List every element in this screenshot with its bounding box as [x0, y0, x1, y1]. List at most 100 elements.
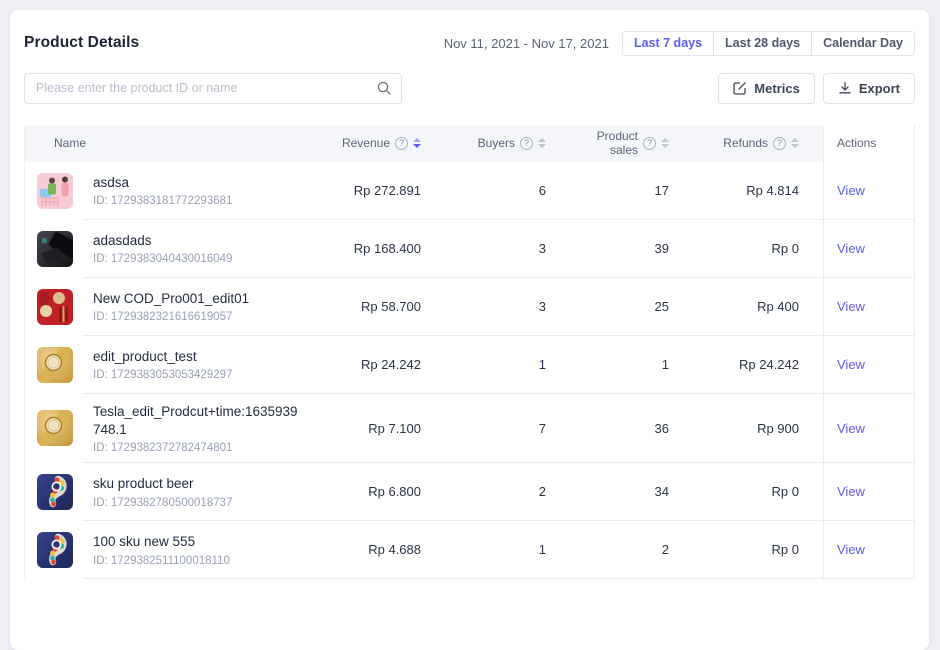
export-button[interactable]: Export [823, 73, 915, 104]
view-link[interactable]: View [837, 484, 865, 499]
revenue-value: Rp 272.891 [305, 183, 445, 198]
column-header-refunds-label: Refunds [723, 136, 768, 150]
view-link[interactable]: View [837, 357, 865, 372]
buyers-value: 2 [445, 484, 570, 499]
refunds-value: Rp 24.242 [693, 357, 823, 372]
help-icon[interactable]: ? [643, 137, 656, 150]
metrics-button[interactable]: Metrics [718, 73, 815, 104]
column-header-revenue-label: Revenue [342, 136, 390, 150]
date-range-segmented-control: Last 7 days Last 28 days Calendar Day [622, 31, 915, 56]
product-name: sku product beer [93, 475, 232, 493]
product-sales-value: 2 [570, 542, 693, 557]
refunds-value: Rp 0 [693, 484, 823, 499]
product-name: edit_product_test [93, 348, 232, 366]
table-header-row: Name Revenue ? Buyers ? Product sales ? … [25, 125, 914, 162]
product-sales-value: 1 [570, 357, 693, 372]
product-sales-value: 34 [570, 484, 693, 499]
refunds-value: Rp 4.814 [693, 183, 823, 198]
product-table: Name Revenue ? Buyers ? Product sales ? … [24, 125, 915, 579]
sort-control-product-sales[interactable] [661, 138, 669, 148]
product-name: Tesla_edit_Prodcut+time:1635939748.1 [93, 403, 305, 439]
product-image [37, 173, 73, 209]
product-image [37, 474, 73, 510]
help-icon[interactable]: ? [520, 137, 533, 150]
product-image [37, 532, 73, 568]
buyers-value: 1 [445, 542, 570, 557]
buyers-value: 3 [445, 241, 570, 256]
revenue-value: Rp 58.700 [305, 299, 445, 314]
column-header-actions: Actions [823, 125, 914, 162]
product-sales-value: 36 [570, 421, 693, 436]
product-cell: adasdads ID: 1729383040430016049 [25, 223, 305, 274]
column-header-buyers-label: Buyers [478, 136, 515, 150]
product-cell: asdsa ID: 1729383181772293681 [25, 165, 305, 216]
sort-control-revenue[interactable] [413, 138, 421, 148]
sort-control-buyers[interactable] [538, 138, 546, 148]
range-button-last-28-days[interactable]: Last 28 days [714, 32, 812, 55]
product-sales-value: 25 [570, 299, 693, 314]
revenue-value: Rp 7.100 [305, 421, 445, 436]
search-icon[interactable] [377, 81, 391, 95]
product-cell: New COD_Pro001_edit01 ID: 17293823216166… [25, 281, 305, 332]
range-button-calendar-day[interactable]: Calendar Day [812, 32, 914, 55]
refunds-value: Rp 400 [693, 299, 823, 314]
product-name: adasdads [93, 232, 232, 250]
product-cell: sku product beer ID: 1729382780500018737 [25, 466, 305, 517]
buyers-value: 3 [445, 299, 570, 314]
table-row: sku product beer ID: 1729382780500018737… [25, 463, 914, 521]
product-cell: Tesla_edit_Prodcut+time:1635939748.1 ID:… [25, 394, 305, 463]
table-row: asdsa ID: 1729383181772293681 Rp 272.891… [25, 162, 914, 220]
refunds-value: Rp 0 [693, 241, 823, 256]
product-name: New COD_Pro001_edit01 [93, 290, 249, 308]
table-row: New COD_Pro001_edit01 ID: 17293823216166… [25, 278, 914, 336]
edit-square-icon [733, 81, 747, 95]
page-title: Product Details [24, 34, 139, 52]
buyers-value: 1 [445, 357, 570, 372]
product-name: asdsa [93, 174, 232, 192]
product-image [37, 410, 73, 446]
product-name: 100 sku new 555 [93, 533, 230, 551]
product-image [37, 231, 73, 267]
buyers-value: 7 [445, 421, 570, 436]
export-button-label: Export [859, 81, 900, 96]
view-link[interactable]: View [837, 299, 865, 314]
search-input[interactable] [24, 73, 402, 104]
range-button-last-7-days[interactable]: Last 7 days [623, 32, 714, 55]
help-icon[interactable]: ? [773, 137, 786, 150]
product-id: ID: 1729383040430016049 [93, 253, 232, 265]
view-link[interactable]: View [837, 241, 865, 256]
column-header-buyers: Buyers ? [445, 136, 570, 150]
table-row: adasdads ID: 1729383040430016049 Rp 168.… [25, 220, 914, 278]
metrics-button-label: Metrics [754, 81, 800, 96]
buyers-value: 6 [445, 183, 570, 198]
refunds-value: Rp 900 [693, 421, 823, 436]
download-icon [838, 81, 852, 95]
table-row: 100 sku new 555 ID: 1729382511100018110 … [25, 521, 914, 579]
product-id: ID: 1729383181772293681 [93, 195, 232, 207]
column-header-product-sales: Product sales ? [570, 129, 693, 157]
product-id: ID: 1729383053053429297 [93, 369, 232, 381]
product-cell: edit_product_test ID: 172938305305342929… [25, 339, 305, 390]
refunds-value: Rp 0 [693, 542, 823, 557]
product-sales-value: 17 [570, 183, 693, 198]
toolbar-buttons: Metrics Export [718, 73, 915, 104]
revenue-value: Rp 24.242 [305, 357, 445, 372]
sort-control-refunds[interactable] [791, 138, 799, 148]
date-range-label: Nov 11, 2021 - Nov 17, 2021 [444, 36, 609, 51]
view-link[interactable]: View [837, 542, 865, 557]
column-header-refunds: Refunds ? [693, 136, 823, 150]
product-sales-value: 39 [570, 241, 693, 256]
product-details-card: Product Details Nov 11, 2021 - Nov 17, 2… [10, 10, 929, 650]
revenue-value: Rp 6.800 [305, 484, 445, 499]
column-header-product-sales-label: Product sales [570, 129, 638, 157]
help-icon[interactable]: ? [395, 137, 408, 150]
search-box [24, 73, 402, 104]
toolbar: Metrics Export [10, 73, 929, 104]
column-header-name: Name [25, 136, 305, 150]
view-link[interactable]: View [837, 421, 865, 436]
view-link[interactable]: View [837, 183, 865, 198]
revenue-value: Rp 168.400 [305, 241, 445, 256]
product-id: ID: 1729382321616619057 [93, 311, 249, 323]
table-row: Tesla_edit_Prodcut+time:1635939748.1 ID:… [25, 394, 914, 463]
product-id: ID: 1729382372782474801 [93, 442, 305, 454]
